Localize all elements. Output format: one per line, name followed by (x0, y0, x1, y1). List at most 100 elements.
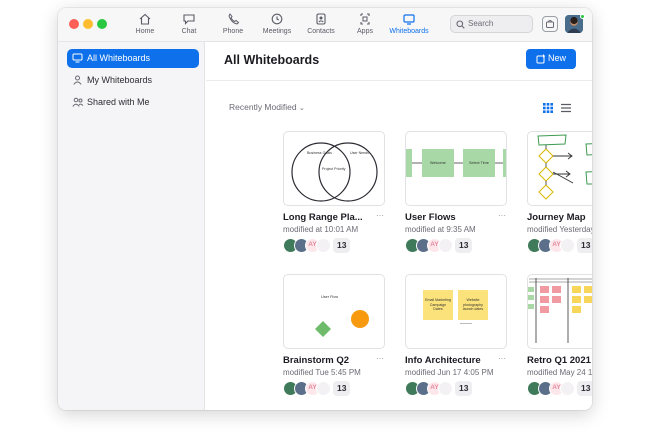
whiteboard-icon (72, 53, 83, 63)
brainstorm-thumbnail: User Flow (315, 295, 369, 337)
flow-box-label: Welcome (430, 161, 446, 165)
avatar (438, 381, 453, 396)
note-caption-line (460, 323, 472, 324)
avatar (316, 238, 331, 253)
collaborator-count: 13 (455, 238, 473, 253)
grid-view-icon[interactable] (543, 103, 553, 113)
avatar (560, 238, 575, 253)
collaborator-count: 13 (577, 381, 592, 396)
main-content: All Whiteboards New Recently Modified ⌄ … (206, 42, 592, 410)
venn-diagram-thumbnail: Business Goals User Needs Project Priori… (291, 142, 378, 202)
nav-phone[interactable]: Phone (208, 13, 258, 35)
sidebar-item-shared-with-me[interactable]: Shared with Me (67, 93, 199, 112)
collaborators: AY 13 (405, 381, 509, 397)
collaborators: AY 13 (527, 381, 592, 397)
nav-home-label: Home (135, 28, 155, 35)
card-thumbnail[interactable]: Business Goals User Needs Project Priori… (283, 131, 385, 206)
card-thumbnail[interactable]: Email Marketing Campaign Dates Website p… (405, 274, 507, 349)
card-thumbnail[interactable]: User Flow (283, 274, 385, 349)
status-dot (580, 14, 585, 19)
flow-box-label: Select Time (469, 161, 489, 165)
card-title: Brainstorm Q2 (283, 355, 349, 366)
new-whiteboard-button[interactable]: New (526, 49, 576, 69)
more-options-icon[interactable]: ··· (376, 211, 384, 220)
card-modified: modified Tue 5:45 PM (283, 368, 361, 377)
app-window: Home Chat Phone Meetings Contacts Apps W… (58, 8, 592, 410)
search-icon (456, 20, 465, 29)
card-title: Long Range Pla... (283, 212, 363, 223)
venn-overlap-label: Project Priority (322, 167, 346, 171)
chevron-down-icon: ⌄ (298, 105, 305, 112)
close-window-button[interactable] (69, 19, 79, 29)
brainstorm-label: User Flow (321, 295, 338, 299)
whiteboard-icon (402, 13, 416, 25)
collaborator-count: 13 (333, 238, 351, 253)
card-title: Retro Q1 2021 (527, 355, 591, 366)
phone-icon (226, 13, 240, 25)
apps-icon (358, 13, 372, 25)
settings-button[interactable] (542, 16, 558, 32)
card-thumbnail[interactable]: Welcome Select Time (405, 131, 507, 206)
nav-meetings-label: Meetings (262, 28, 292, 35)
nav-contacts-label: Contacts (307, 28, 335, 35)
sidebar-item-label: My Whiteboards (87, 75, 153, 85)
sticky-note: Website photography launch dates (458, 290, 488, 320)
card-title: Info Architecture (405, 355, 481, 366)
card-thumbnail[interactable] (527, 274, 592, 349)
sidebar-item-my-whiteboards[interactable]: My Whiteboards (67, 71, 199, 90)
sort-dropdown[interactable]: Recently Modified ⌄ (229, 102, 305, 112)
collaborators: AY 13 (405, 238, 509, 254)
nav-whiteboards-label: Whiteboards (389, 28, 429, 35)
sticky-note: Email Marketing Campaign Dates (423, 290, 453, 320)
nav-apps[interactable]: Apps (340, 13, 390, 35)
home-icon (138, 13, 152, 25)
card-modified: modified at 10:01 AM (283, 225, 359, 234)
journey-map-thumbnail (537, 134, 592, 200)
flow-diagram-thumbnail: Welcome Select Time (406, 149, 506, 177)
contacts-icon (314, 13, 328, 25)
nav-phone-label: Phone (222, 28, 244, 35)
card-title: User Flows (405, 212, 456, 223)
card-modified: modified Jun 17 4:05 PM (405, 368, 494, 377)
collaborator-count: 13 (333, 381, 351, 396)
sidebar: All Whiteboards My Whiteboards Shared wi… (58, 42, 205, 410)
search-input[interactable]: Search (450, 15, 533, 33)
more-options-icon[interactable]: ··· (498, 354, 506, 363)
nav-chat-label: Chat (181, 28, 197, 35)
device-icon (546, 20, 554, 28)
card-thumbnail[interactable] (527, 131, 592, 206)
sidebar-item-all-whiteboards[interactable]: All Whiteboards (67, 49, 199, 68)
sidebar-item-label: Shared with Me (87, 97, 150, 107)
sidebar-item-label: All Whiteboards (87, 53, 151, 63)
nav-whiteboards[interactable]: Whiteboards (384, 13, 434, 35)
title-bar: Home Chat Phone Meetings Contacts Apps W… (58, 8, 592, 42)
collaborators: AY 13 (527, 238, 592, 254)
retro-board-thumbnail (528, 278, 592, 343)
nav-chat[interactable]: Chat (164, 13, 214, 35)
people-icon (72, 97, 84, 107)
zoom-window-button[interactable] (97, 19, 107, 29)
collaborators: AY 13 (283, 381, 387, 397)
venn-right-label: User Needs (350, 151, 369, 155)
avatar (560, 381, 575, 396)
nav-contacts[interactable]: Contacts (296, 13, 346, 35)
minimize-window-button[interactable] (83, 19, 93, 29)
search-placeholder: Search (468, 19, 494, 28)
new-button-label: New (548, 53, 567, 63)
collaborator-count: 13 (455, 381, 473, 396)
card-title: Journey Map (527, 212, 586, 223)
nav-apps-label: Apps (357, 28, 373, 35)
collaborator-count: 13 (577, 238, 592, 253)
chat-icon (182, 13, 196, 25)
list-view-icon[interactable] (561, 103, 571, 113)
nav-home[interactable]: Home (120, 13, 170, 35)
card-modified: modified Yesterday 10... (527, 225, 592, 234)
more-options-icon[interactable]: ··· (376, 354, 384, 363)
card-modified: modified at 9:35 AM (405, 225, 476, 234)
nav-meetings[interactable]: Meetings (252, 13, 302, 35)
clock-icon (270, 13, 284, 25)
person-icon (73, 75, 82, 85)
more-options-icon[interactable]: ··· (498, 211, 506, 220)
card-modified: modified May 24 11:05 AM (527, 368, 592, 377)
avatar (316, 381, 331, 396)
